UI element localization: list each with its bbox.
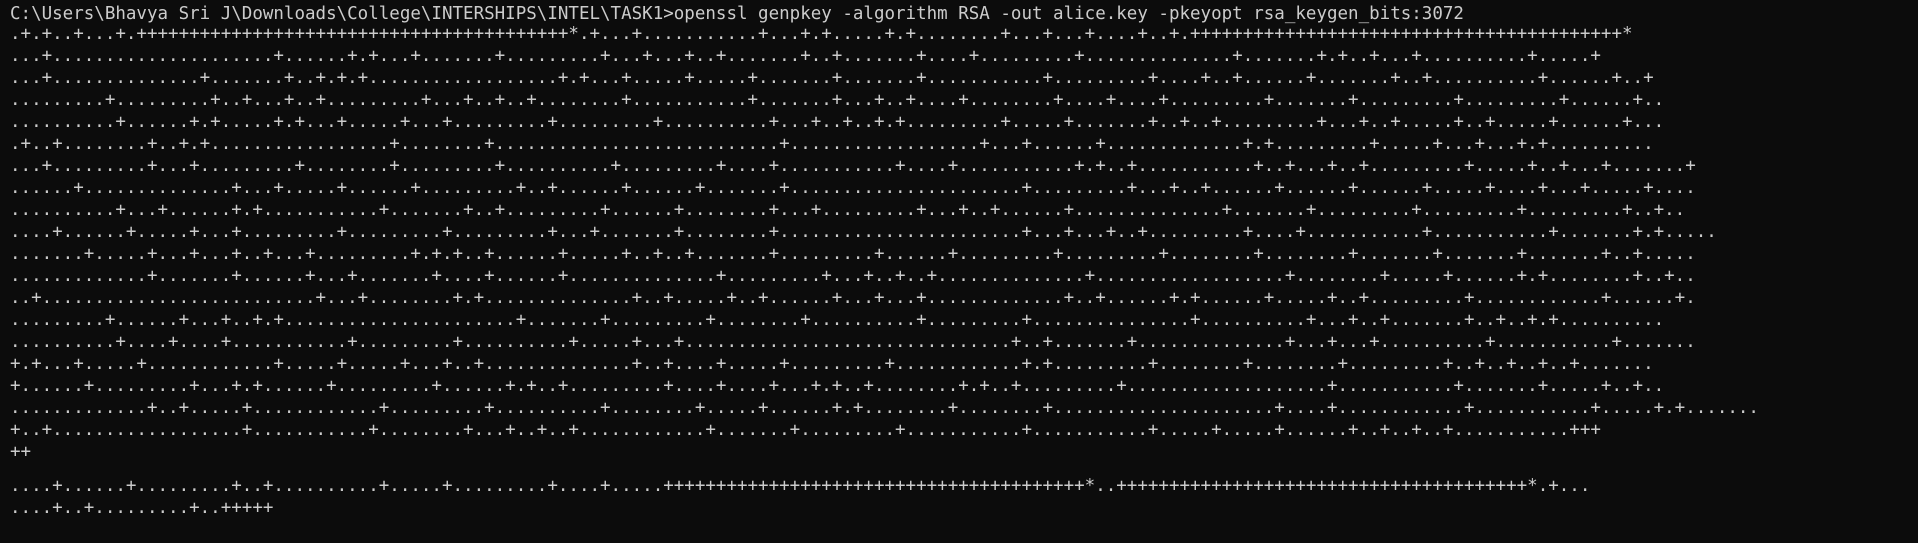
output-line: ...+..............+.......+..+.+.+......… [10, 68, 1654, 88]
output-line: .+..+........+..+.+.................+...… [10, 134, 1654, 154]
output-line: ...+.........+...+.........+........+...… [10, 156, 1696, 176]
output-line: ++ [10, 442, 32, 462]
output-line: +......+.........+...+.+......+.........… [10, 376, 1665, 396]
output-line: ..........+....+....+...........+.......… [10, 332, 1696, 352]
output-line: .........+.........+..+...+..+.........+… [10, 90, 1665, 110]
output-line: ..+..........................+...+......… [10, 288, 1696, 308]
output-line: ....+......+.........+..+..........+....… [10, 476, 1591, 496]
output-line: ...+.....................+......+.+...+.… [10, 46, 1601, 66]
output-line: .......+.....+...+...+..+...+.........+.… [10, 244, 1696, 264]
terminal-window[interactable]: C:\Users\Bhavya Sri J\Downloads\College\… [0, 0, 1918, 543]
output-line: ..........+...+......+.+...........+....… [10, 200, 1686, 220]
output-line: .+.+..+...+.++++++++++++++++++++++++++++… [10, 24, 1633, 44]
output-line: .........+......+...+..+.+..............… [10, 310, 1665, 330]
output-line: ..........+......+.+.....+.+...+.....+..… [10, 112, 1665, 132]
output-line: ......+..............+...+.....+......+.… [10, 178, 1696, 198]
output-line: .............+..+.....+............+....… [10, 398, 1759, 418]
output-line: ....+..+.........+..+++++ [10, 498, 274, 518]
output-line: +..+..................+...........+.....… [10, 420, 1601, 440]
output-line: .............+.......+......+...+.......… [10, 266, 1696, 286]
output-line: ....+......+.....+...+.........+........… [10, 222, 1717, 242]
output-line: +.+...+.....+............+.....+.....+..… [10, 354, 1654, 374]
